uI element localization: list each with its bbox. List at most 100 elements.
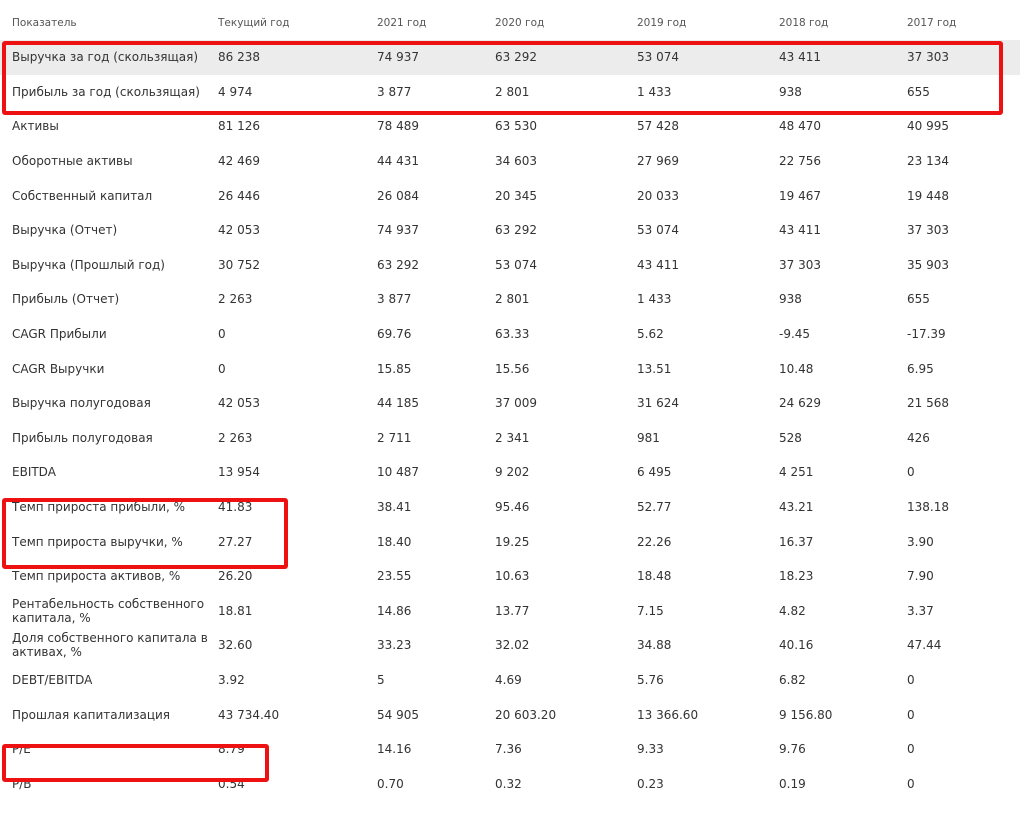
row-value: 655: [907, 292, 930, 307]
row-value: 53 074: [637, 40, 779, 75]
row-value: 47.44: [907, 638, 942, 653]
column-header-2021: 2021 год: [377, 17, 427, 29]
row-value: 23.55: [377, 569, 412, 584]
row-value: 5.76: [637, 672, 664, 687]
row-value: 27.27: [218, 534, 253, 549]
row-value: 41.83: [218, 500, 253, 515]
row-value: 13.51: [637, 361, 672, 376]
row-value: 2 263: [218, 430, 253, 445]
row-label: Доля собственного капитала в активах, %: [12, 631, 208, 660]
row-value: 40.16: [779, 638, 814, 653]
row-value: 3.37: [907, 603, 934, 618]
table-row: Рентабельность собственного капитала, % 1…: [0, 594, 1020, 629]
table-row: Темп прироста прибыли, % 41.83 38.41 95.46 5…: [0, 490, 1020, 525]
row-label: Выручка за год (скользящая): [0, 40, 218, 75]
row-value: -9.45: [779, 327, 811, 342]
table-row: Прибыль полугодовая 2 263 2 711 2 341 981 528…: [0, 421, 1020, 456]
row-value: 9 156.80: [779, 707, 833, 722]
row-value: 40 995: [907, 119, 949, 134]
row-value: 37 009: [495, 396, 537, 411]
row-label: P/B: [12, 776, 32, 791]
row-value: 9 202: [495, 465, 530, 480]
row-label: Прибыль за год (скользящая): [12, 84, 200, 99]
column-header-current-year: Текущий год: [218, 17, 290, 29]
row-label: Активы: [12, 119, 59, 134]
row-value: 0.54: [218, 776, 245, 791]
row-value: 13 954: [218, 465, 260, 480]
row-value: 16.37: [779, 534, 814, 549]
table-row: Прошлая капитализация 43 734.40 54 905 20 6…: [0, 697, 1020, 732]
row-value: 18.48: [637, 569, 672, 584]
row-label: Выручка (Прошлый год): [12, 257, 165, 272]
row-value: -17.39: [907, 327, 946, 342]
row-label: Оборотные активы: [12, 154, 133, 169]
row-value: 10.63: [495, 569, 530, 584]
row-value: 981: [637, 430, 660, 445]
row-value: 63.33: [495, 327, 530, 342]
row-value: 7.15: [637, 603, 664, 618]
row-value: 0.19: [779, 776, 806, 791]
table-row: DEBT/EBITDA 3.92 5 4.69 5.76 6.82 0: [0, 663, 1020, 698]
row-value: 53 074: [637, 223, 679, 238]
column-header-indicator: Показатель: [12, 17, 77, 29]
row-label: DEBT/EBITDA: [12, 672, 93, 687]
row-value: 44 185: [377, 396, 419, 411]
row-value: 0: [907, 465, 915, 480]
row-value: 3 877: [377, 84, 412, 99]
row-value: 4 251: [779, 465, 814, 480]
row-label: Темп прироста выручки, %: [12, 534, 183, 549]
row-value: 37 303: [907, 40, 1020, 75]
row-value: 3.90: [907, 534, 934, 549]
row-value: 15.85: [377, 361, 412, 376]
row-value: 81 126: [218, 119, 260, 134]
row-value: 95.46: [495, 500, 530, 515]
row-value: 43.21: [779, 500, 814, 515]
row-value: 37 303: [779, 257, 821, 272]
row-value: 8.79: [218, 742, 245, 757]
row-value: 1 433: [637, 292, 672, 307]
row-value: 31 624: [637, 396, 679, 411]
column-header-2017: 2017 год: [907, 17, 957, 29]
row-value: 3.92: [218, 672, 245, 687]
row-value: 19 448: [907, 188, 949, 203]
row-value: 5: [377, 672, 385, 687]
row-value: 4.82: [779, 603, 806, 618]
row-value: 34.88: [637, 638, 672, 653]
row-value: 13.77: [495, 603, 530, 618]
financial-indicators-page: Показатель Текущий год 2021 год 2020 год…: [0, 0, 1024, 820]
row-value: 37 303: [907, 223, 949, 238]
row-value: 2 263: [218, 292, 253, 307]
table-row: Оборотные активы 42 469 44 431 34 603 27 969…: [0, 144, 1020, 179]
row-value: 43 734.40: [218, 707, 280, 722]
row-value: 69.76: [377, 327, 412, 342]
row-value: 0: [907, 776, 915, 791]
row-value: 48 470: [779, 119, 821, 134]
row-label: Прибыль (Отчет): [12, 292, 120, 307]
row-value: 0.70: [377, 776, 404, 791]
row-value: 18.81: [218, 603, 253, 618]
table-row: Темп прироста активов, % 26.20 23.55 10.63 1…: [0, 559, 1020, 594]
row-value: 34 603: [495, 154, 537, 169]
row-label: CAGR Прибыли: [12, 327, 107, 342]
table-row: Выручка (Отчет) 42 053 74 937 63 292 53 074 4…: [0, 213, 1020, 248]
row-value: 2 711: [377, 430, 412, 445]
column-header-2018: 2018 год: [779, 17, 829, 29]
row-value: 2 341: [495, 430, 530, 445]
row-value: 138.18: [907, 500, 949, 515]
row-value: 57 428: [637, 119, 679, 134]
row-value: 4.69: [495, 672, 522, 687]
table-row: CAGR Выручки 0 15.85 15.56 13.51 10.48 6.95: [0, 351, 1020, 386]
row-label: CAGR Выручки: [12, 361, 105, 376]
row-value: 63 292: [495, 223, 537, 238]
row-value: 0: [907, 707, 915, 722]
row-value: 78 489: [377, 119, 419, 134]
row-value: 74 937: [377, 223, 419, 238]
row-value: 2 801: [495, 292, 530, 307]
row-value: 44 431: [377, 154, 419, 169]
row-value: 63 292: [377, 257, 419, 272]
row-label: P/E: [12, 742, 31, 757]
row-value: 14.16: [377, 742, 412, 757]
table-row: CAGR Прибыли 0 69.76 63.33 5.62 -9.45 -17.39: [0, 317, 1020, 352]
row-value: 528: [779, 430, 802, 445]
row-value: 30 752: [218, 257, 260, 272]
